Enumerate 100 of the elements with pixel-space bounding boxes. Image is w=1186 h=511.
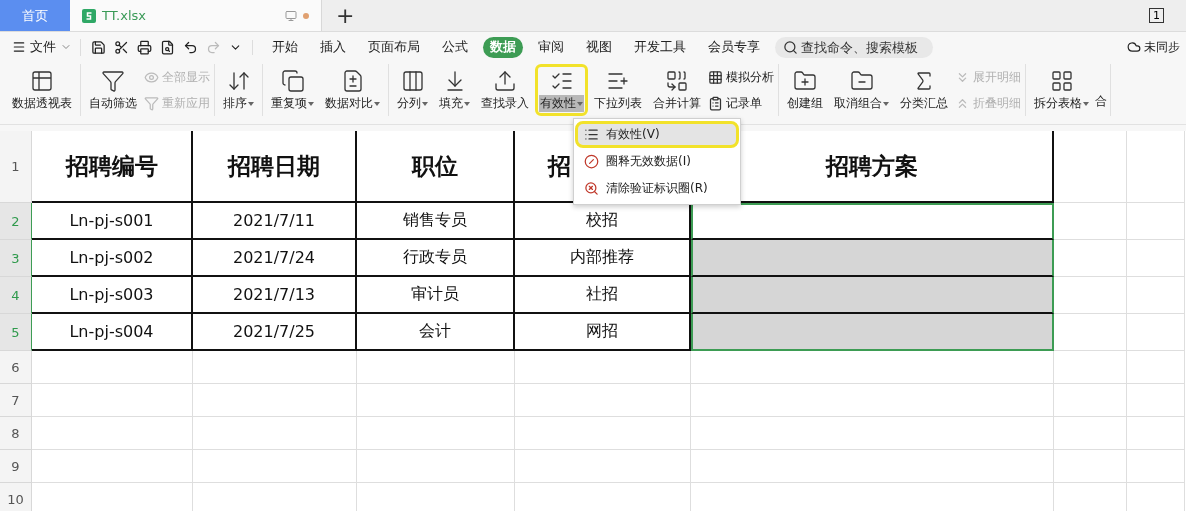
selected-cell[interactable] xyxy=(691,203,1054,240)
cloud-icon xyxy=(1127,40,1141,54)
grid-cell[interactable] xyxy=(1054,131,1127,203)
table-cell: 销售专员 xyxy=(357,203,515,240)
selected-cell[interactable] xyxy=(691,277,1054,314)
ribbon-button[interactable]: 模拟分析 xyxy=(707,66,775,88)
preview-icon[interactable] xyxy=(160,39,175,55)
ribbon-button[interactable]: 填充 xyxy=(434,64,475,116)
grid-cell[interactable] xyxy=(193,384,357,417)
redo-icon[interactable] xyxy=(206,39,221,55)
grid-cell[interactable] xyxy=(1127,131,1185,203)
row-number[interactable]: 6 xyxy=(0,351,32,384)
row-number[interactable]: 1 xyxy=(0,131,32,203)
grid-cell[interactable] xyxy=(1054,314,1127,351)
ribbon-button[interactable]: 下拉列表 xyxy=(589,64,647,116)
ribbon-button[interactable]: 排序 xyxy=(218,64,259,116)
row-number[interactable]: 10 xyxy=(0,483,32,511)
overlap-squares-icon xyxy=(280,69,305,93)
grid-cell[interactable] xyxy=(193,450,357,483)
grid-cell[interactable] xyxy=(1127,277,1185,314)
merge-icon xyxy=(665,69,689,93)
grid-cell[interactable] xyxy=(1054,351,1127,384)
grid-cell[interactable] xyxy=(193,417,357,450)
grid-cell[interactable] xyxy=(1054,203,1127,240)
grid-cell[interactable] xyxy=(1054,240,1127,277)
file-name: TT.xlsx xyxy=(102,8,147,23)
sync-status[interactable]: 未同步 xyxy=(1127,38,1180,56)
monitor-icon[interactable] xyxy=(285,9,297,22)
ribbon-button[interactable]: 分列 xyxy=(392,64,433,116)
ribbon-tab[interactable]: 审阅 xyxy=(531,36,571,58)
grid-cell[interactable] xyxy=(32,351,193,384)
grid-cell[interactable] xyxy=(1127,314,1185,351)
grid-cell[interactable] xyxy=(1054,417,1127,450)
grid-cell[interactable] xyxy=(515,417,691,450)
ribbon-tab[interactable]: 开发工具 xyxy=(627,36,693,58)
row-number[interactable]: 7 xyxy=(0,384,32,417)
save-icon[interactable] xyxy=(91,39,106,55)
grid-cell[interactable] xyxy=(193,351,357,384)
menu-icon xyxy=(12,40,26,54)
grid-cell[interactable] xyxy=(515,384,691,417)
table-cell: Ln-pj-s003 xyxy=(32,277,193,314)
grid-cell[interactable] xyxy=(1127,351,1185,384)
grid-cell[interactable] xyxy=(32,384,193,417)
ribbon-tab[interactable]: 会员专享 xyxy=(701,36,767,58)
search-field[interactable]: 查找命令、搜索模板 xyxy=(775,36,933,58)
grid-cell[interactable] xyxy=(691,450,1054,483)
grid-cell[interactable] xyxy=(1127,417,1185,450)
file-tab[interactable]: TT.xlsx xyxy=(70,0,322,31)
new-tab-button[interactable]: + xyxy=(322,0,369,31)
undo-icon[interactable] xyxy=(183,39,198,55)
ribbon-button[interactable]: 查找录入 xyxy=(476,64,534,116)
grid-cell[interactable] xyxy=(515,351,691,384)
grid-cell[interactable] xyxy=(1054,450,1127,483)
ribbon-button[interactable]: 数据对比 xyxy=(320,64,385,116)
grid-cell[interactable] xyxy=(357,351,515,384)
row-number[interactable]: 8 xyxy=(0,417,32,450)
grid-icon xyxy=(1049,69,1074,93)
ribbon-button[interactable]: 自动筛选 xyxy=(84,64,142,116)
ribbon-button[interactable]: 重复项 xyxy=(266,64,319,116)
grid-cell[interactable] xyxy=(691,417,1054,450)
ribbon-button[interactable]: 创建组 xyxy=(782,64,828,116)
grid-cell[interactable] xyxy=(1054,277,1127,314)
ribbon-button[interactable]: 拆分表格 xyxy=(1029,64,1094,116)
grid-cell[interactable] xyxy=(1127,240,1185,277)
ribbon-button[interactable]: 有效性 xyxy=(535,64,588,116)
ribbon-button[interactable]: 取消组合 xyxy=(829,64,894,116)
ribbon-tab[interactable]: 公式 xyxy=(435,36,475,58)
grid-cell[interactable] xyxy=(357,450,515,483)
ribbon-tab[interactable]: 插入 xyxy=(313,36,353,58)
circle-icon xyxy=(584,154,599,169)
ribbon-button[interactable]: 合并计算 xyxy=(648,64,706,116)
table-icon xyxy=(30,69,54,93)
window-count[interactable]: 1 xyxy=(1149,8,1164,23)
print-icon[interactable] xyxy=(137,39,152,55)
grid-cell[interactable] xyxy=(357,417,515,450)
grid-cell[interactable] xyxy=(1127,203,1185,240)
selected-cell[interactable] xyxy=(691,314,1054,351)
grid-cell[interactable] xyxy=(1054,384,1127,417)
grid-cell[interactable] xyxy=(1127,384,1185,417)
grid-cell[interactable] xyxy=(32,450,193,483)
scissors-icon[interactable] xyxy=(114,39,129,55)
ribbon-tab[interactable]: 视图 xyxy=(579,36,619,58)
menu-item[interactable]: 有效性(V) xyxy=(575,121,739,148)
selected-cell[interactable] xyxy=(691,240,1054,277)
grid-cell[interactable] xyxy=(691,351,1054,384)
ribbon-tab[interactable]: 页面布局 xyxy=(361,36,427,58)
table-cell: 行政专员 xyxy=(357,240,515,277)
ribbon-label[interactable]: 合 xyxy=(1095,93,1107,110)
grid-cell[interactable] xyxy=(515,450,691,483)
ribbon-tab[interactable]: 开始 xyxy=(265,36,305,58)
grid-cell[interactable] xyxy=(32,417,193,450)
grid-cell[interactable] xyxy=(691,384,1054,417)
ribbon-button[interactable]: 数据透视表 xyxy=(7,64,77,116)
grid-cell[interactable] xyxy=(1127,450,1185,483)
file-menu[interactable]: 文件 xyxy=(12,38,81,56)
grid-cell[interactable] xyxy=(357,384,515,417)
form-icon xyxy=(708,95,723,111)
row-number[interactable]: 9 xyxy=(0,450,32,483)
ribbon-button[interactable]: 记录单 xyxy=(707,92,775,114)
ribbon-button[interactable]: 分类汇总 xyxy=(895,64,953,116)
